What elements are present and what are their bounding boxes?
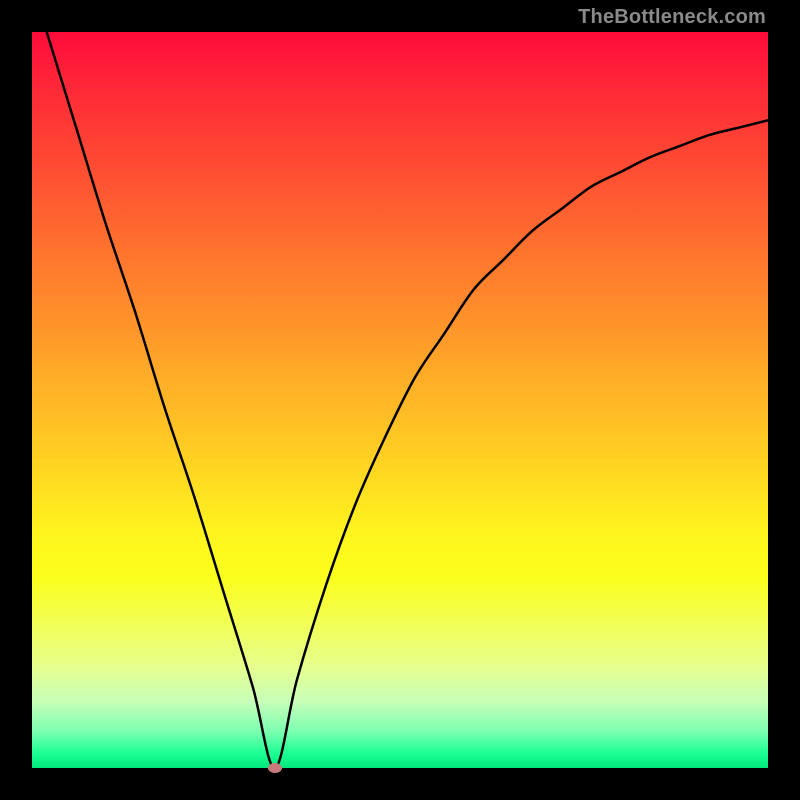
bottleneck-curve: [32, 32, 768, 768]
watermark-text: TheBottleneck.com: [578, 6, 766, 29]
plot-area: [32, 32, 768, 768]
chart-frame: TheBottleneck.com: [0, 0, 800, 800]
minimum-marker: [268, 763, 282, 773]
